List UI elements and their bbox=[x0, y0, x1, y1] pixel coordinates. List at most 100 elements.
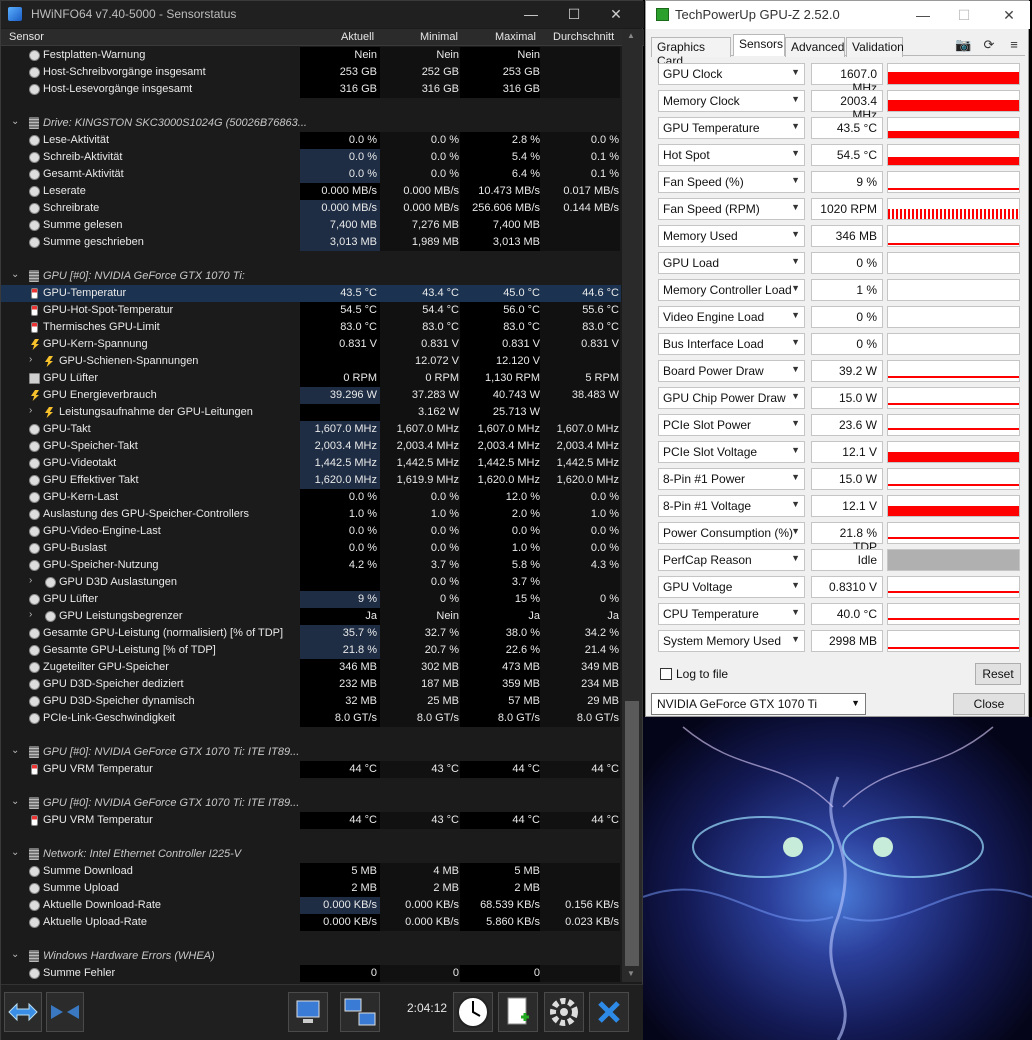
tab-validation[interactable]: Validation bbox=[846, 37, 904, 57]
settings-gear-icon[interactable] bbox=[544, 992, 584, 1032]
sensor-row[interactable]: Festplatten-Warnung Nein Nein Nein bbox=[1, 47, 621, 64]
sensor-row[interactable]: Host-Schreibvorgänge insgesamt 253 GB 252 … bbox=[1, 64, 621, 81]
nav-arrows-icon[interactable] bbox=[4, 992, 42, 1032]
network-icon[interactable] bbox=[340, 992, 380, 1032]
sensor-row[interactable]: GPU-Kern-Spannung 0.831 V 0.831 V 0.831 V 0.… bbox=[1, 336, 621, 353]
scrollbar[interactable]: ▲ ▼ bbox=[622, 29, 642, 982]
sensor-row[interactable]: Summe Fehler 0 0 0 bbox=[1, 965, 621, 982]
close-icon[interactable]: ✕ bbox=[605, 4, 627, 24]
sensor-label-dropdown[interactable]: Memory Used ▼ bbox=[658, 225, 805, 247]
minimize-icon[interactable]: — bbox=[520, 4, 542, 24]
sensor-row[interactable]: Thermisches GPU-Limit 83.0 °C 83.0 °C 83.0 … bbox=[1, 319, 621, 336]
sensor-row[interactable]: Summe gelesen 7,400 MB 7,276 MB 7,400 MB bbox=[1, 217, 621, 234]
sensor-label-dropdown[interactable]: Board Power Draw ▼ bbox=[658, 360, 805, 382]
sensor-row[interactable]: GPU-Takt 1,607.0 MHz 1,607.0 MHz 1,607.0 MH… bbox=[1, 421, 621, 438]
scroll-down-icon[interactable]: ▼ bbox=[627, 969, 635, 978]
sensor-row[interactable]: GPU Lüfter 0 RPM 0 RPM 1,130 RPM 5 RPM bbox=[1, 370, 621, 387]
report-icon[interactable] bbox=[498, 992, 538, 1032]
sensor-row[interactable]: › Leistungsaufnahme der GPU-Leitungen 3.16… bbox=[1, 404, 621, 421]
sensor-row[interactable]: GPU-Speicher-Takt 2,003.4 MHz 2,003.4 MHz 2… bbox=[1, 438, 621, 455]
sensor-row[interactable]: Summe Download 5 MB 4 MB 5 MB bbox=[1, 863, 621, 880]
close-x-icon[interactable] bbox=[589, 992, 629, 1032]
sensor-label-dropdown[interactable]: Video Engine Load ▼ bbox=[658, 306, 805, 328]
gpu-select[interactable]: NVIDIA GeForce GTX 1070 Ti ▼ bbox=[651, 693, 866, 715]
sensor-row[interactable]: GPU-Videotakt 1,442.5 MHz 1,442.5 MHz 1,442… bbox=[1, 455, 621, 472]
sensor-row[interactable]: GPU Energieverbrauch 39.296 W 37.283 W 40.7… bbox=[1, 387, 621, 404]
sensor-label-dropdown[interactable]: 8-Pin #1 Voltage ▼ bbox=[658, 495, 805, 517]
sensor-list[interactable]: Festplatten-Warnung Nein Nein Nein Host-Schr… bbox=[1, 47, 621, 985]
sensor-row[interactable]: GPU VRM Temperatur 44 °C 43 °C 44 °C 44 °C bbox=[1, 812, 621, 829]
hwinfo-titlebar[interactable]: HWiNFO64 v7.40-5000 - Sensorstatus — ☐ ✕ bbox=[1, 1, 644, 28]
tab-advanced[interactable]: Advanced bbox=[785, 37, 845, 57]
maximize-icon[interactable]: ☐ bbox=[563, 4, 585, 24]
sensor-label-dropdown[interactable]: Memory Clock ▼ bbox=[658, 90, 805, 112]
sensor-row[interactable]: Auslastung des GPU-Speicher-Controllers 1… bbox=[1, 506, 621, 523]
tab-graphics-card[interactable]: Graphics Card bbox=[651, 37, 731, 68]
monitor-icon[interactable] bbox=[288, 992, 328, 1032]
sensor-label-dropdown[interactable]: System Memory Used ▼ bbox=[658, 630, 805, 652]
expand-chevron-icon[interactable]: ⌄ bbox=[11, 796, 19, 807]
sensor-label-dropdown[interactable]: Hot Spot ▼ bbox=[658, 144, 805, 166]
sensor-row[interactable]: GPU Effektiver Takt 1,620.0 MHz 1,619.9 MH… bbox=[1, 472, 621, 489]
sensor-row[interactable]: Gesamte GPU-Leistung [% of TDP] 21.8 % 20.… bbox=[1, 642, 621, 659]
refresh-icon[interactable]: ⟳ bbox=[981, 37, 997, 52]
collapse-icon[interactable] bbox=[46, 992, 84, 1032]
sensor-row[interactable]: Summe geschrieben 3,013 MB 1,989 MB 3,013 M… bbox=[1, 234, 621, 251]
sensor-group[interactable]: ⌄ GPU [#0]: NVIDIA GeForce GTX 1070 Ti: I… bbox=[1, 744, 621, 761]
sensor-row[interactable]: Summe Upload 2 MB 2 MB 2 MB bbox=[1, 880, 621, 897]
subgroup-chevron-icon[interactable]: › bbox=[29, 575, 32, 586]
sensor-group[interactable]: ⌄ GPU [#0]: NVIDIA GeForce GTX 1070 Ti: I… bbox=[1, 795, 621, 812]
sensor-row[interactable]: Lese-Aktivität 0.0 % 0.0 % 2.8 % 0.0 % bbox=[1, 132, 621, 149]
gpuz-titlebar[interactable]: TechPowerUp GPU-Z 2.52.0 — ☐ ✕ bbox=[646, 1, 1030, 29]
log-to-file-checkbox[interactable] bbox=[660, 668, 672, 680]
col-maximal[interactable]: Maximal bbox=[495, 31, 536, 45]
sensor-row[interactable]: Aktuelle Download-Rate 0.000 KB/s 0.000 KB… bbox=[1, 897, 621, 914]
sensor-row[interactable]: Zugeteilter GPU-Speicher 346 MB 302 MB 473 … bbox=[1, 659, 621, 676]
sensor-group[interactable]: ⌄ Drive: KINGSTON SKC3000S1024G (50026B76… bbox=[1, 115, 621, 132]
expand-chevron-icon[interactable]: ⌄ bbox=[11, 847, 19, 858]
sensor-row[interactable]: GPU D3D-Speicher dediziert 232 MB 187 MB 35… bbox=[1, 676, 621, 693]
sensor-row[interactable]: Aktuelle Upload-Rate 0.000 KB/s 0.000 KB/s… bbox=[1, 914, 621, 931]
col-sensor[interactable]: Sensor bbox=[9, 31, 44, 45]
sensor-label-dropdown[interactable]: PerfCap Reason ▼ bbox=[658, 549, 805, 571]
gpuz-close-icon[interactable]: ✕ bbox=[996, 5, 1022, 25]
sensor-label-dropdown[interactable]: Power Consumption (%) ▼ bbox=[658, 522, 805, 544]
clock-icon[interactable] bbox=[453, 992, 493, 1032]
sensor-row[interactable]: PCIe-Link-Geschwindigkeit 8.0 GT/s 8.0 GT/… bbox=[1, 710, 621, 727]
reset-button[interactable]: Reset bbox=[975, 663, 1021, 685]
col-durchschnitt[interactable]: Durchschnitt bbox=[553, 31, 614, 45]
menu-icon[interactable]: ≡ bbox=[1006, 37, 1022, 52]
sensor-row[interactable]: Schreibrate 0.000 MB/s 0.000 MB/s 256.606 M… bbox=[1, 200, 621, 217]
sensor-group[interactable]: ⌄ Network: Intel Ethernet Controller I225… bbox=[1, 846, 621, 863]
sensor-label-dropdown[interactable]: Bus Interface Load ▼ bbox=[658, 333, 805, 355]
expand-chevron-icon[interactable]: ⌄ bbox=[11, 269, 19, 280]
sensor-row[interactable]: › GPU-Schienen-Spannungen 12.072 V 12.120 V bbox=[1, 353, 621, 370]
scrollbar-thumb[interactable] bbox=[625, 701, 639, 966]
sensor-row[interactable]: › GPU Leistungsbegrenzer Ja Nein Ja Ja bbox=[1, 608, 621, 625]
expand-chevron-icon[interactable]: ⌄ bbox=[11, 745, 19, 756]
sensor-row[interactable]: Host-Lesevorgänge insgesamt 316 GB 316 GB 3… bbox=[1, 81, 621, 98]
sensor-row[interactable]: GPU-Video-Engine-Last 0.0 % 0.0 % 0.0 % 0.0 … bbox=[1, 523, 621, 540]
sensor-row[interactable]: GPU D3D-Speicher dynamisch 32 MB 25 MB 57 M… bbox=[1, 693, 621, 710]
sensor-row[interactable]: GPU-Speicher-Nutzung 4.2 % 3.7 % 5.8 % 4.3 % bbox=[1, 557, 621, 574]
sensor-row[interactable]: GPU-Kern-Last 0.0 % 0.0 % 12.0 % 0.0 % bbox=[1, 489, 621, 506]
gpuz-minimize-icon[interactable]: — bbox=[910, 5, 936, 25]
sensor-label-dropdown[interactable]: GPU Temperature ▼ bbox=[658, 117, 805, 139]
sensor-label-dropdown[interactable]: Memory Controller Load ▼ bbox=[658, 279, 805, 301]
sensor-group[interactable]: ⌄ GPU [#0]: NVIDIA GeForce GTX 1070 Ti: bbox=[1, 268, 621, 285]
subgroup-chevron-icon[interactable]: › bbox=[29, 354, 32, 365]
subgroup-chevron-icon[interactable]: › bbox=[29, 609, 32, 620]
sensor-label-dropdown[interactable]: GPU Voltage ▼ bbox=[658, 576, 805, 598]
sensor-label-dropdown[interactable]: 8-Pin #1 Power ▼ bbox=[658, 468, 805, 490]
sensor-row[interactable]: GPU-Buslast 0.0 % 0.0 % 1.0 % 0.0 % bbox=[1, 540, 621, 557]
close-button[interactable]: Close bbox=[953, 693, 1025, 715]
sensor-row[interactable]: GPU Lüfter 9 % 0 % 15 % 0 % bbox=[1, 591, 621, 608]
sensor-row[interactable]: › GPU D3D Auslastungen 0.0 % 3.7 % bbox=[1, 574, 621, 591]
sensor-label-dropdown[interactable]: CPU Temperature ▼ bbox=[658, 603, 805, 625]
col-aktuell[interactable]: Aktuell bbox=[341, 31, 374, 45]
subgroup-chevron-icon[interactable]: › bbox=[29, 405, 32, 416]
scroll-up-icon[interactable]: ▲ bbox=[627, 31, 635, 40]
expand-chevron-icon[interactable]: ⌄ bbox=[11, 116, 19, 127]
sensor-row[interactable]: Schreib-Aktivität 0.0 % 0.0 % 5.4 % 0.1 % bbox=[1, 149, 621, 166]
sensor-row[interactable]: Gesamte GPU-Leistung (normalisiert) [% o… bbox=[1, 625, 621, 642]
